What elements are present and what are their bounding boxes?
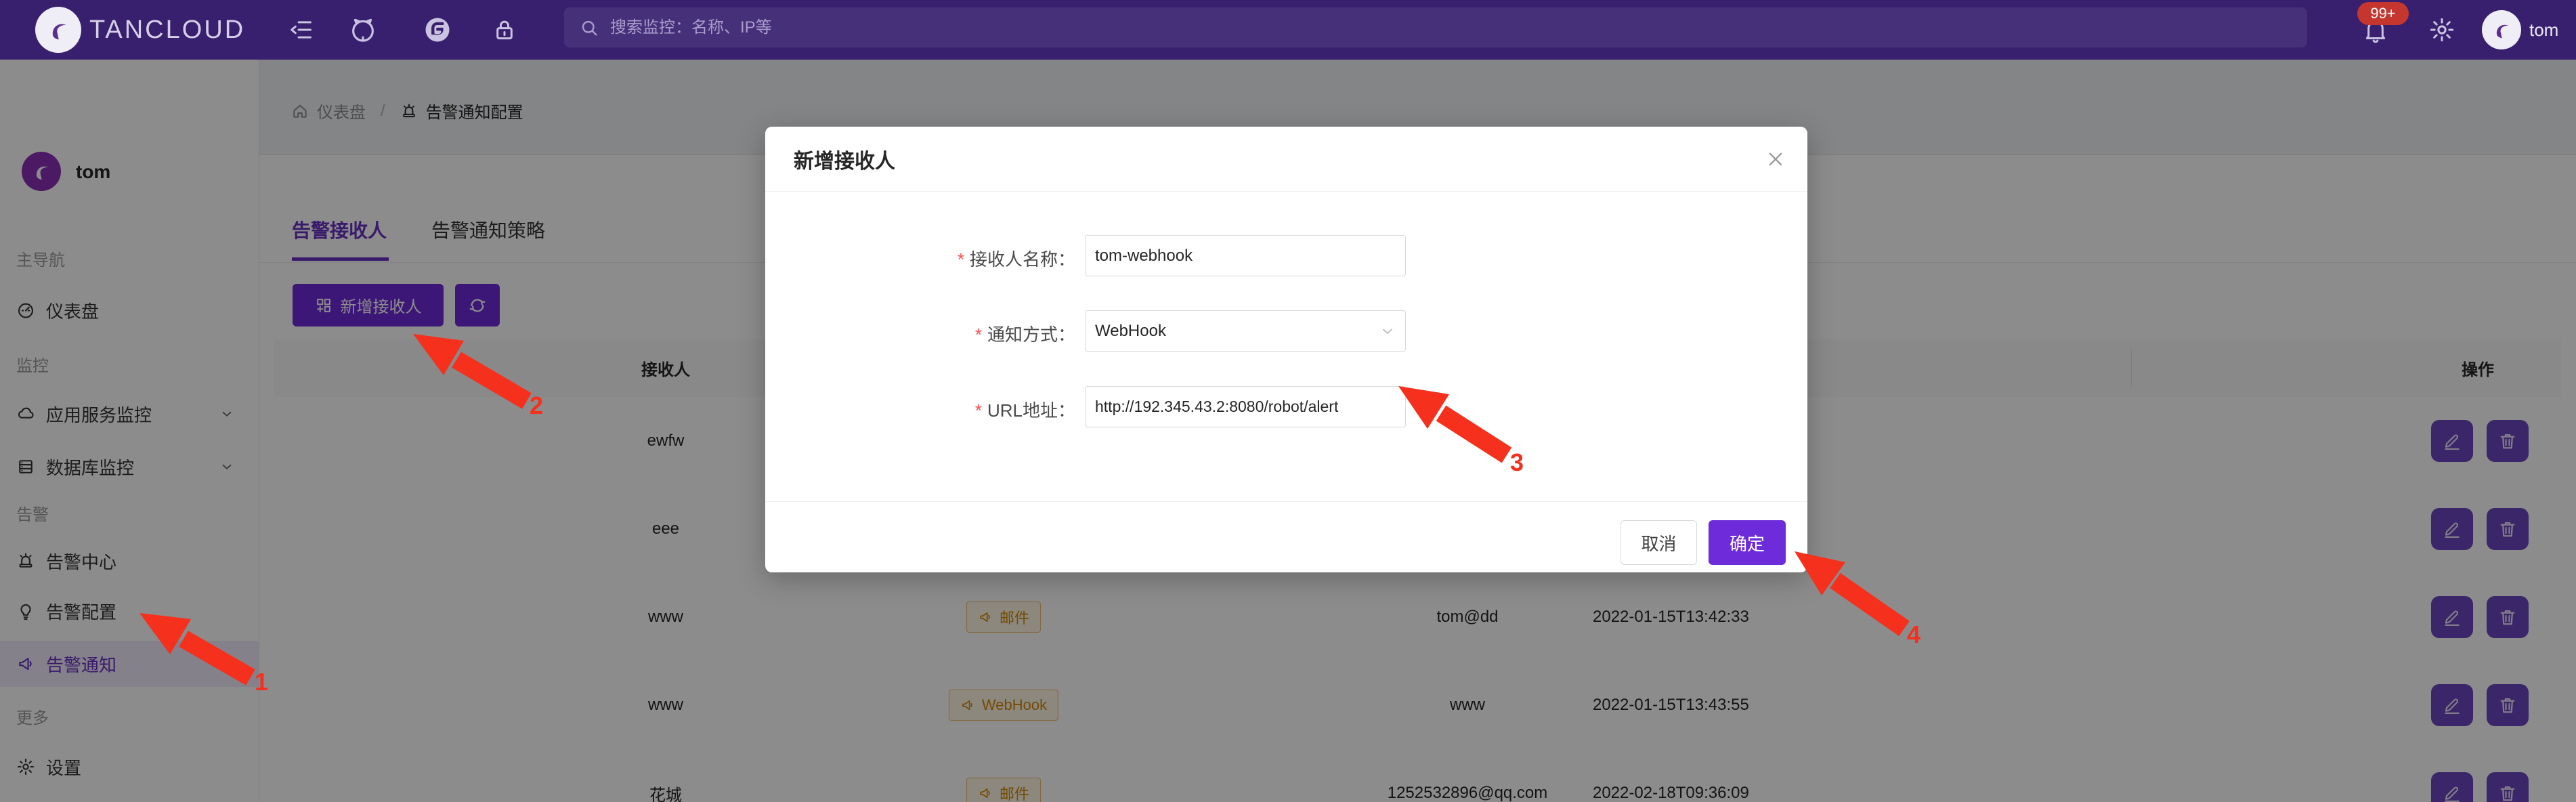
app-root: TANCLOUD 99+ tom tom 主导航 仪表盘 [0, 0, 2576, 802]
github-icon[interactable] [349, 0, 377, 60]
recipient-name-field[interactable] [1085, 235, 1406, 276]
confirm-button[interactable]: 确定 [1709, 520, 1786, 565]
lock-icon[interactable] [492, 0, 517, 60]
tancloud-logo[interactable] [35, 7, 81, 53]
notification-count-badge: 99+ [2357, 2, 2409, 25]
close-icon[interactable] [1761, 144, 1790, 174]
modal-title: 新增接收人 [794, 144, 895, 174]
annotation-number-3: 3 [1510, 448, 1524, 477]
modal-footer-divider [765, 501, 1807, 502]
url-field[interactable] [1085, 386, 1406, 427]
chevron-down-icon [1379, 323, 1396, 339]
modal-header-divider [765, 191, 1807, 192]
brand-wordmark: TANCLOUD [89, 0, 245, 60]
annotation-number-2: 2 [530, 392, 543, 420]
monitor-search-box [564, 7, 2307, 47]
url-label: *URL地址： [777, 397, 1075, 422]
add-recipient-modal: 新增接收人 *接收人名称： *通知方式： WebHook *URL地址： 取消 … [765, 127, 1807, 572]
cancel-button[interactable]: 取消 [1620, 520, 1697, 565]
notify-method-select[interactable]: WebHook [1085, 310, 1406, 352]
search-input[interactable] [609, 18, 2307, 38]
menu-fold-icon[interactable] [288, 0, 314, 60]
annotation-number-1: 1 [255, 668, 268, 696]
top-navbar: TANCLOUD 99+ tom [0, 0, 2576, 60]
gear-icon[interactable] [2428, 0, 2455, 60]
user-avatar[interactable] [2482, 10, 2521, 49]
nav-username[interactable]: tom [2529, 0, 2558, 60]
search-icon [579, 18, 599, 38]
annotation-number-4: 4 [1907, 620, 1920, 649]
notify-method-label: *通知方式： [777, 321, 1075, 346]
recipient-name-label: *接收人名称： [777, 246, 1075, 271]
gitee-icon[interactable] [423, 0, 452, 60]
